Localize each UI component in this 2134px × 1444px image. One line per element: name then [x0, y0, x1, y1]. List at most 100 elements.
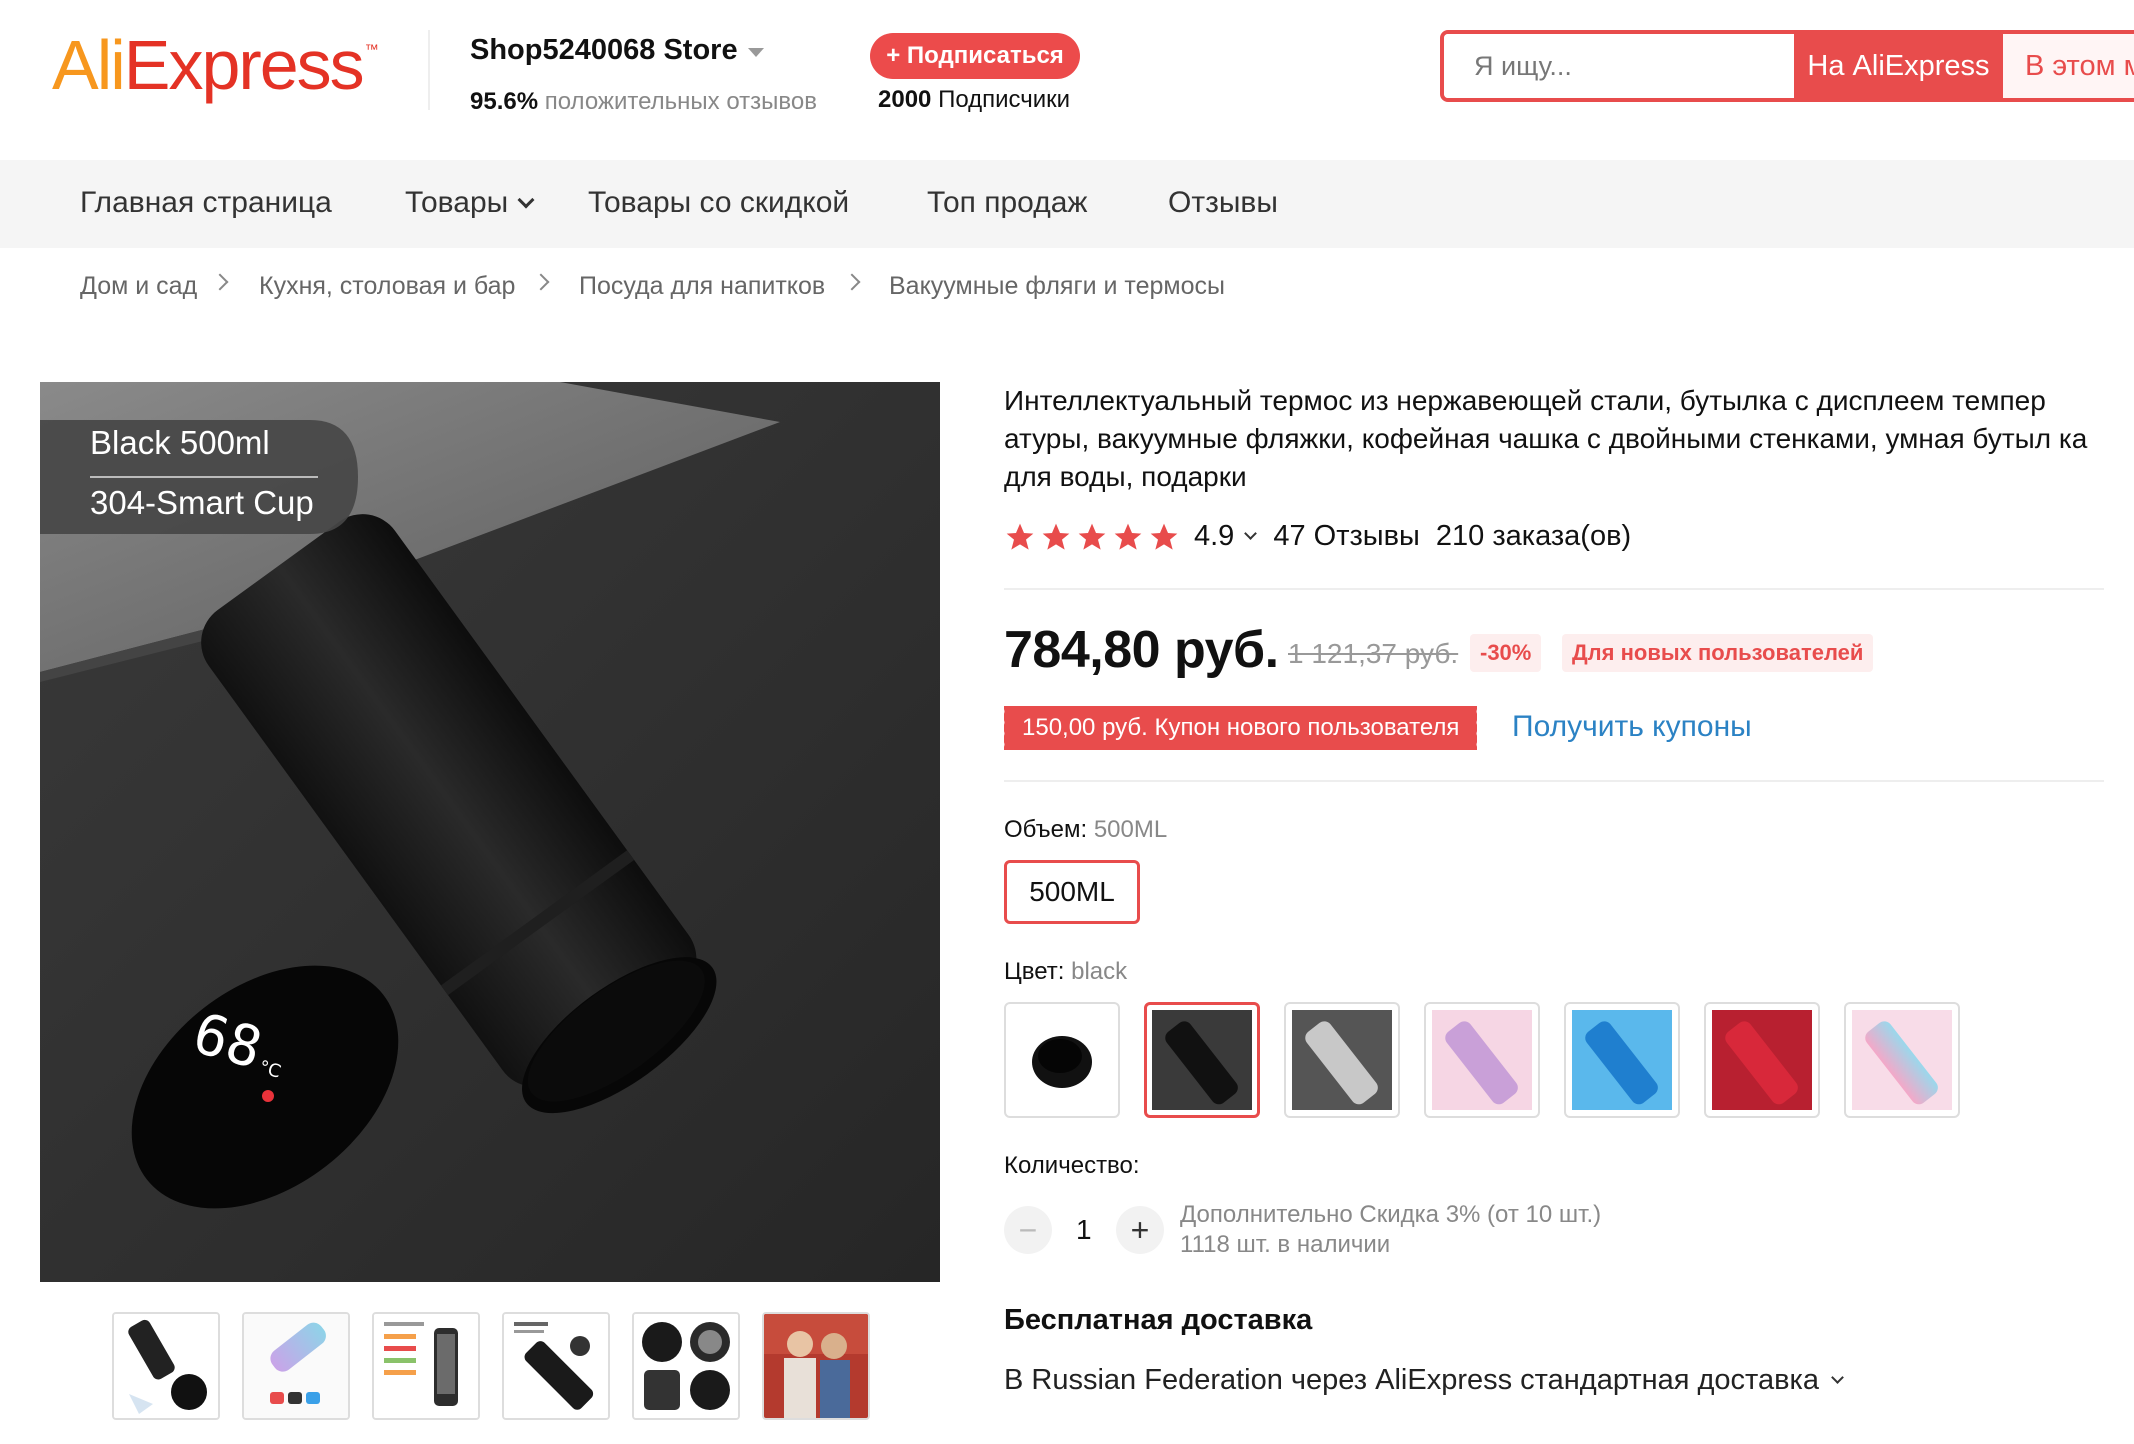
thumbnail-image — [764, 1314, 868, 1418]
in-stock-text: 1118 шт. в наличии — [1180, 1231, 1391, 1258]
thumbnail-3[interactable] — [372, 1312, 480, 1420]
search-store-button[interactable]: В этом м — [2002, 34, 2134, 98]
search-box: На AliExpress В этом м — [1440, 30, 2134, 102]
rating-value[interactable]: 4.9 — [1194, 520, 1234, 553]
nav-home-label[interactable]: Главная страница — [80, 186, 332, 220]
extra-discount-text: Дополнительно Скидка 3% (от 10 шт.) — [1180, 1201, 1602, 1228]
chevron-right-icon — [211, 273, 229, 291]
current-price: 784,80 руб. — [1004, 621, 1279, 679]
star-icon — [1042, 523, 1070, 550]
color-swatch-gradient[interactable] — [1844, 1002, 1960, 1118]
caret-down-icon[interactable] — [747, 48, 764, 57]
page-header: AliExpress ™ Shop5240068 Store 95.6% поло… — [0, 0, 2134, 160]
search-input[interactable] — [1444, 34, 1794, 98]
positive-percent: 95.6% — [470, 88, 539, 115]
breadcrumb-item[interactable]: Вакуумные фляги и термосы — [889, 272, 1225, 301]
thumbnail-image — [634, 1314, 738, 1418]
divider — [1004, 780, 2104, 782]
chevron-down-icon[interactable] — [1244, 527, 1258, 540]
swatch-image — [1292, 1010, 1392, 1110]
color-swatch-black[interactable] — [1144, 1002, 1260, 1118]
thumbnail-image — [114, 1314, 218, 1418]
thumbnail-1[interactable] — [112, 1312, 220, 1420]
nav-home[interactable]: Главная страница — [80, 186, 332, 220]
thumbnail-6[interactable] — [762, 1312, 870, 1420]
rating-row: 4.9 47 Отзывы 210 заказа(ов) — [1004, 520, 1631, 553]
orders-count: 210 заказа(ов) — [1435, 520, 1632, 552]
swatch-image — [1012, 1010, 1112, 1110]
store-positive-rating: 95.6% положительных отзывов — [470, 88, 817, 116]
thumbnail-image — [244, 1314, 348, 1418]
swatch-image — [1852, 1010, 1952, 1110]
followers-number: 2000 — [878, 86, 932, 113]
reviews-link[interactable]: 47 Отзывы — [1273, 520, 1420, 553]
volume-value: 500ML — [1093, 816, 1168, 843]
shipping-option[interactable]: В Russian Federation через AliExpress ст… — [1004, 1364, 1860, 1397]
breadcrumb-item[interactable]: Кухня, столовая и бар — [259, 272, 515, 301]
nav-top-sales[interactable]: Топ продаж — [927, 186, 1087, 220]
chevron-right-icon — [532, 273, 550, 291]
color-swatch-cap[interactable] — [1004, 1002, 1120, 1118]
shipping-title: Бесплатная доставка — [1004, 1304, 1313, 1336]
search-aliexpress-button[interactable]: На AliExpress — [1794, 34, 2003, 98]
quantity-increase-button[interactable]: + — [1116, 1206, 1164, 1254]
followers-label: Подписчики — [938, 86, 1071, 113]
quantity-info: Дополнительно Скидка 3% (от 10 шт.) 1118… — [1180, 1200, 1601, 1260]
positive-label: положительных отзывов — [544, 88, 817, 115]
star-icon — [1114, 523, 1142, 550]
nav-reviews-label[interactable]: Отзывы — [1168, 186, 1278, 220]
swatch-image — [1712, 1010, 1812, 1110]
swatch-image — [1152, 1010, 1252, 1110]
nav-products[interactable]: Товары — [405, 186, 535, 220]
star-icon — [1006, 523, 1034, 550]
shipping-option-text[interactable]: В Russian Federation через AliExpress ст… — [1004, 1364, 1819, 1397]
quantity-value[interactable]: 1 — [1076, 1214, 1092, 1246]
color-label: Цвет: — [1004, 958, 1065, 985]
color-value: black — [1071, 958, 1128, 985]
new-users-badge: Для новых пользователей — [1562, 634, 1874, 672]
thumbnail-2[interactable] — [242, 1312, 350, 1420]
nav-reviews[interactable]: Отзывы — [1168, 186, 1278, 220]
chevron-down-icon[interactable] — [517, 191, 535, 209]
store-name[interactable]: Shop5240068 Store — [470, 34, 764, 67]
old-price: 1 121,37 руб. — [1288, 638, 1459, 669]
color-swatch-silver[interactable] — [1284, 1002, 1400, 1118]
thermos-photo: 68 °C Black 500ml 304-Smart Cup — [40, 382, 940, 1282]
badge-line-1: Black 500ml — [90, 424, 270, 461]
thumbnail-image — [504, 1314, 608, 1418]
star-icon — [1150, 523, 1178, 550]
color-swatch-purple[interactable] — [1424, 1002, 1540, 1118]
color-label-row: Цвет: black — [1004, 958, 1127, 986]
volume-label: Объем: — [1004, 816, 1088, 843]
swatch-image — [1432, 1010, 1532, 1110]
aliexpress-logo[interactable]: AliExpress ™ — [52, 30, 379, 100]
volume-label-row: Объем: 500ML — [1004, 816, 1167, 844]
nav-discounted[interactable]: Товары со скидкой — [588, 186, 849, 220]
get-coupons-link[interactable]: Получить купоны — [1512, 710, 1752, 744]
quantity-decrease-button[interactable]: − — [1004, 1206, 1052, 1254]
quantity-label: Количество: — [1004, 1152, 1140, 1179]
chevron-right-icon — [843, 273, 861, 291]
swatch-image — [1572, 1010, 1672, 1110]
thumbnail-4[interactable] — [502, 1312, 610, 1420]
thumbnail-5[interactable] — [632, 1312, 740, 1420]
star-icon — [1078, 523, 1106, 550]
nav-products-label[interactable]: Товары — [405, 186, 508, 220]
volume-option-500ml[interactable]: 500ML — [1004, 860, 1140, 924]
color-swatch-blue[interactable] — [1564, 1002, 1680, 1118]
nav-discounted-label[interactable]: Товары со скидкой — [588, 186, 849, 220]
thumbnail-image — [374, 1314, 478, 1418]
follow-button[interactable]: + Подписаться — [870, 33, 1080, 79]
header-divider — [428, 30, 430, 110]
discount-badge: -30% — [1470, 634, 1542, 672]
followers-count: 2000 Подписчики — [878, 86, 1070, 114]
quantity-label-row: Количество: — [1004, 1152, 1140, 1180]
breadcrumb-item[interactable]: Дом и сад — [80, 272, 197, 301]
chevron-down-icon[interactable] — [1831, 1371, 1844, 1384]
main-product-image[interactable]: 68 °C Black 500ml 304-Smart Cup — [40, 382, 940, 1282]
nav-top-sales-label[interactable]: Топ продаж — [927, 186, 1087, 220]
store-name-text[interactable]: Shop5240068 Store — [470, 34, 738, 67]
product-title: Интеллектуальный термос из нержавеющей с… — [1004, 385, 2088, 492]
breadcrumb-item[interactable]: Посуда для напитков — [579, 272, 825, 301]
color-swatch-red[interactable] — [1704, 1002, 1820, 1118]
